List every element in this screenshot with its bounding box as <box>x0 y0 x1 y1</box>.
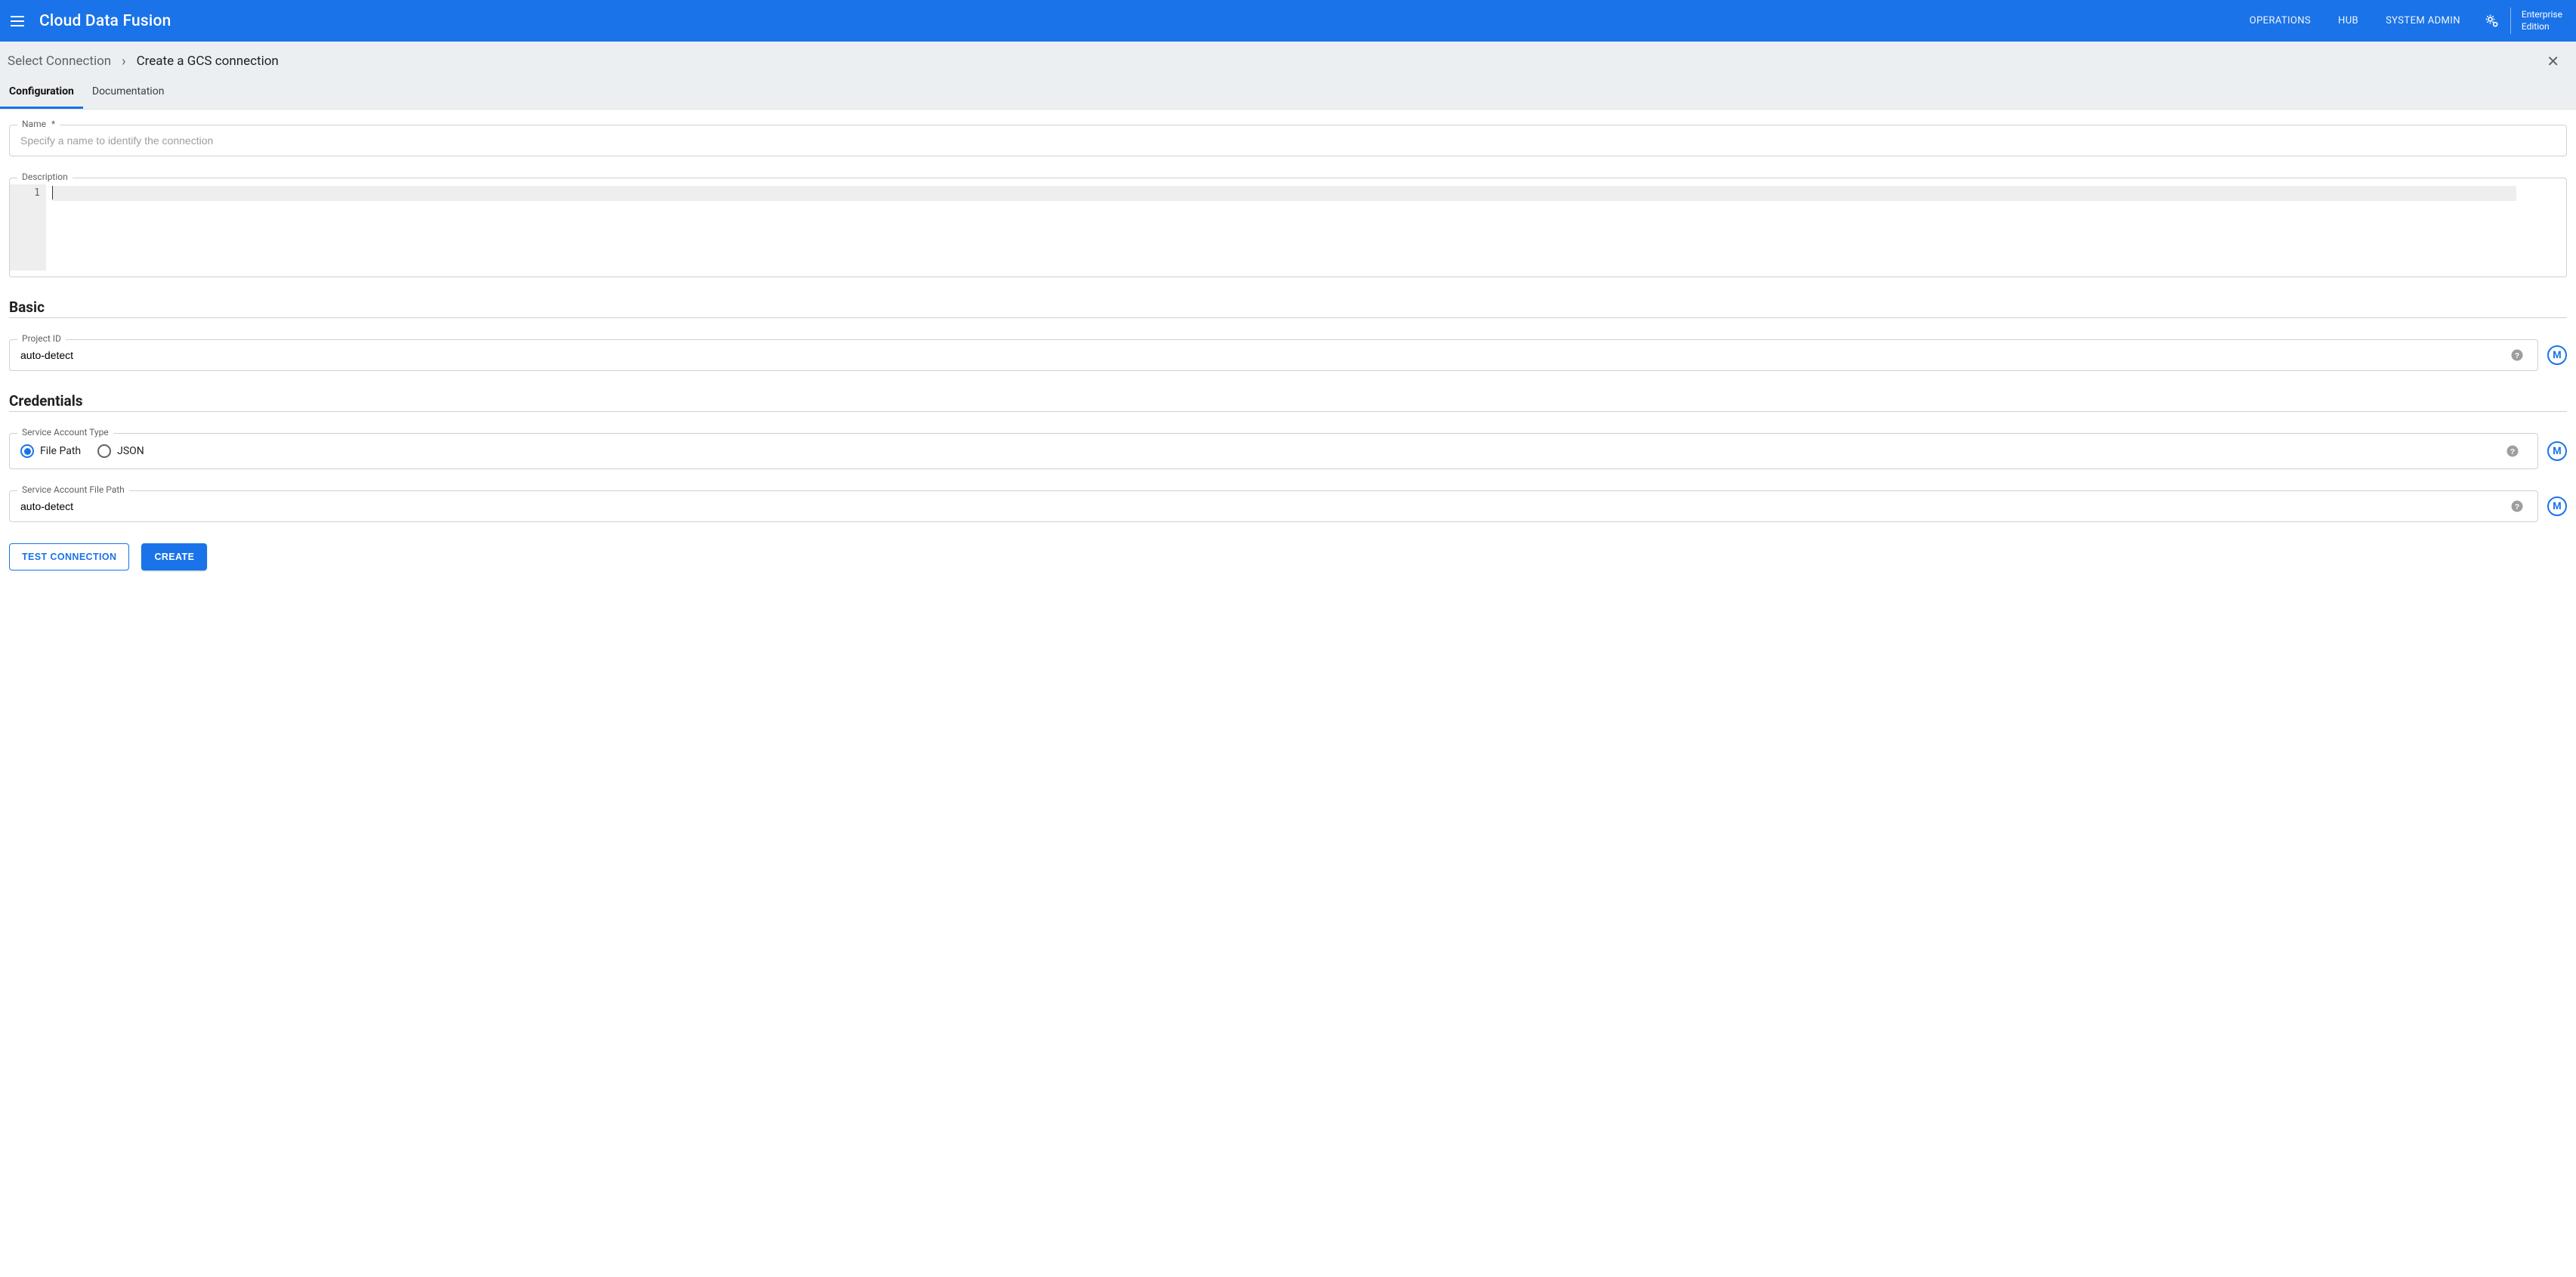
test-connection-button[interactable]: TEST CONNECTION <box>9 543 129 570</box>
radio-icon <box>97 444 111 458</box>
help-icon[interactable]: ? <box>2510 499 2524 513</box>
help-icon[interactable]: ? <box>2510 348 2524 362</box>
service-account-type-row: Service Account Type File Path JSON ? M <box>9 433 2567 469</box>
edition-label: Enterprise Edition <box>2511 0 2576 42</box>
section-basic-heading: Basic <box>9 298 2567 316</box>
name-input[interactable] <box>10 125 2566 156</box>
brand-title: Cloud Data Fusion <box>39 12 171 30</box>
button-row: TEST CONNECTION CREATE <box>9 543 2567 570</box>
top-bar: Cloud Data Fusion OPERATIONS HUB SYSTEM … <box>0 0 2576 42</box>
name-label: Name * <box>17 119 60 129</box>
help-icon[interactable]: ? <box>2506 444 2519 458</box>
service-account-file-path-row: Service Account File Path ? M <box>9 490 2567 522</box>
settings-icon[interactable] <box>2474 0 2510 42</box>
radio-json-label: JSON <box>117 445 144 457</box>
macro-button[interactable]: M <box>2547 441 2567 461</box>
project-id-row: Project ID ? M <box>9 339 2567 371</box>
service-account-file-path-input[interactable] <box>10 491 2510 521</box>
radio-file-path-label: File Path <box>40 445 81 457</box>
name-field-group: Name * <box>9 125 2567 156</box>
section-credentials-heading: Credentials <box>9 392 2567 410</box>
chevron-right-icon: › <box>122 54 125 70</box>
breadcrumb-current: Create a GCS connection <box>137 54 279 69</box>
breadcrumb: Select Connection › Create a GCS connect… <box>0 42 2576 78</box>
tab-configuration[interactable]: Configuration <box>0 78 83 109</box>
editor-cursor <box>52 186 53 199</box>
form-body: Name * Description 1 Basic Project ID ? <box>0 110 2576 601</box>
description-field-group: Description 1 <box>9 178 2567 277</box>
radio-icon <box>20 444 34 458</box>
radio-file-path[interactable]: File Path <box>20 444 81 458</box>
top-nav: OPERATIONS HUB SYSTEM ADMIN Enterprise E… <box>2236 0 2576 42</box>
editor-area[interactable] <box>46 184 2560 271</box>
macro-button[interactable]: M <box>2547 496 2567 516</box>
macro-button[interactable]: M <box>2547 345 2567 365</box>
breadcrumb-select-connection[interactable]: Select Connection <box>8 54 111 69</box>
editor-gutter: 1 <box>10 184 46 271</box>
service-account-type-label: Service Account Type <box>17 427 113 438</box>
tab-documentation[interactable]: Documentation <box>83 78 174 109</box>
svg-text:?: ? <box>2515 502 2519 512</box>
svg-text:?: ? <box>2515 351 2519 360</box>
close-icon[interactable]: ✕ <box>2540 52 2565 70</box>
service-account-file-path-group: Service Account File Path ? <box>9 490 2538 522</box>
menu-icon[interactable] <box>11 12 29 30</box>
radio-json[interactable]: JSON <box>97 444 144 458</box>
editor-current-line <box>52 186 2516 201</box>
description-label: Description <box>17 172 73 182</box>
edition-line1: Enterprise <box>2522 9 2562 21</box>
nav-operations[interactable]: OPERATIONS <box>2236 0 2324 42</box>
create-button[interactable]: CREATE <box>141 543 207 570</box>
section-credentials-divider <box>9 411 2567 412</box>
edition-line2: Edition <box>2522 21 2562 33</box>
service-account-type-group: Service Account Type File Path JSON ? <box>9 433 2538 469</box>
line-number: 1 <box>10 187 40 199</box>
nav-system-admin[interactable]: SYSTEM ADMIN <box>2372 0 2474 42</box>
project-id-label: Project ID <box>17 333 66 344</box>
project-id-field-group: Project ID ? <box>9 339 2538 371</box>
svg-text:?: ? <box>2510 447 2515 456</box>
sub-header: Select Connection › Create a GCS connect… <box>0 42 2576 110</box>
section-basic-divider <box>9 317 2567 318</box>
nav-hub[interactable]: HUB <box>2324 0 2372 42</box>
project-id-input[interactable] <box>10 340 2510 370</box>
description-editor[interactable]: 1 <box>10 178 2566 277</box>
tabs: Configuration Documentation <box>0 78 2576 109</box>
service-account-file-path-label: Service Account File Path <box>17 484 129 495</box>
